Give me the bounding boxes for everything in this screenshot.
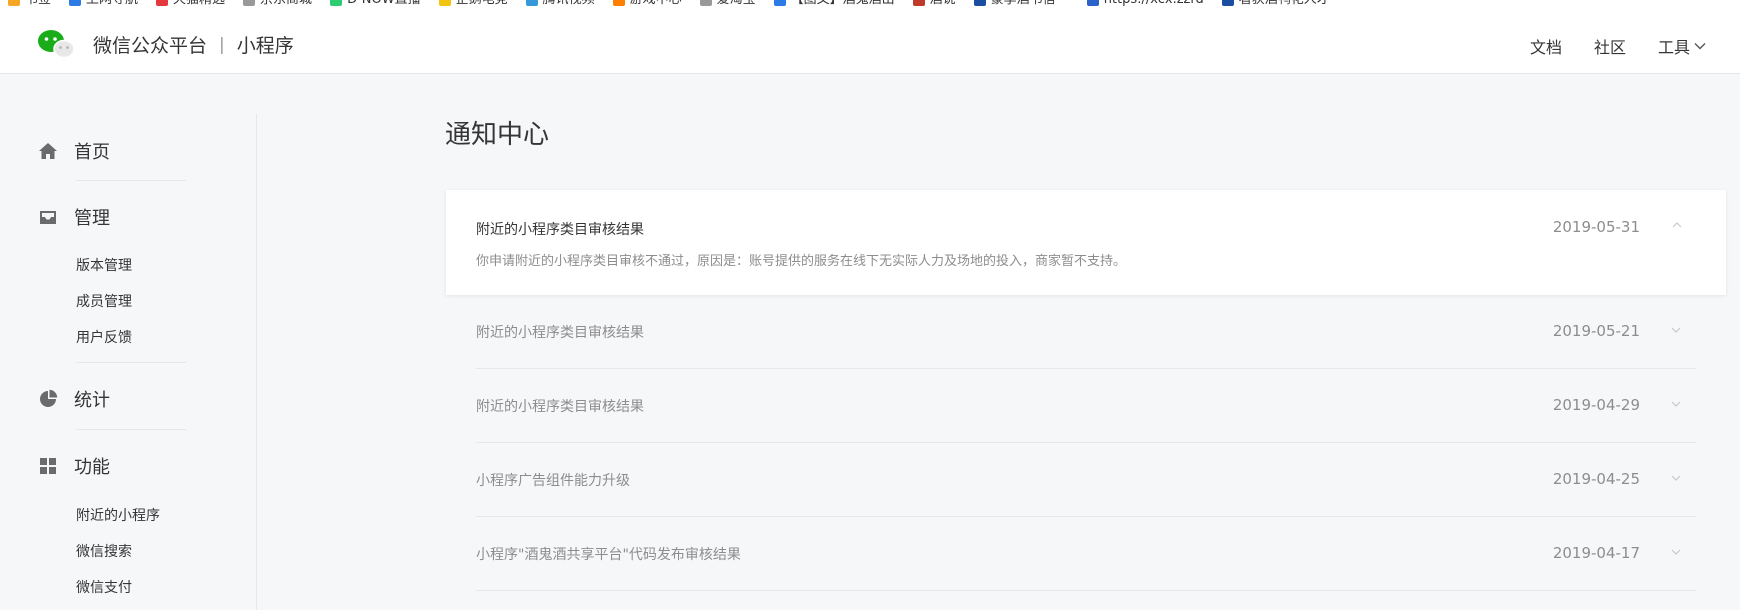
home-icon bbox=[39, 143, 57, 159]
bookmark-icon bbox=[612, 0, 625, 6]
top-nav: 文档 社区 工具 bbox=[1530, 34, 1706, 58]
bookmark-item[interactable]: 爱淘宝 bbox=[699, 0, 756, 8]
notice-item[interactable]: 附近的小程序类目审核结果 2019-05-21 bbox=[476, 295, 1696, 369]
globe-icon bbox=[699, 0, 712, 6]
bookmarks-bar: 书签 上网导航 天猫精选 京东商城 D-NOW直播 企鹅电竞 腾讯视频 游戏中心… bbox=[0, 0, 1740, 15]
bookmark-icon bbox=[156, 0, 169, 6]
product-name: 小程序 bbox=[236, 35, 294, 57]
notice-date: 2019-04-17 bbox=[1552, 544, 1640, 562]
notice-date: 2019-04-25 bbox=[1552, 470, 1640, 488]
chevron-down-icon[interactable] bbox=[1671, 401, 1681, 407]
notice-title[interactable]: 附近的小程序类目审核结果 bbox=[476, 322, 644, 342]
bookmark-item[interactable]: 上网导航 bbox=[69, 0, 138, 8]
brand-name: 微信公众平台 bbox=[93, 35, 208, 57]
wechat-logo-icon[interactable] bbox=[36, 28, 76, 60]
bookmark-item[interactable]: 京东商城 bbox=[243, 0, 312, 8]
chevron-down-icon[interactable] bbox=[1671, 475, 1681, 481]
bookmark-icon bbox=[912, 0, 925, 6]
notice-item[interactable]: 小程序"酒鬼酒共享平台"代码发布审核结果 2019-04-17 bbox=[476, 517, 1696, 591]
notice-title[interactable]: 小程序广告组件能力升级 bbox=[476, 470, 630, 490]
inbox-icon bbox=[40, 211, 56, 224]
sidebar-divider bbox=[76, 180, 186, 181]
top-header: 微信公众平台 | 小程序 文档 社区 工具 bbox=[0, 14, 1740, 74]
sidebar-divider bbox=[76, 362, 186, 363]
nav-tools[interactable]: 工具 bbox=[1658, 34, 1706, 58]
bookmark-item[interactable]: https://xcx.zzrd bbox=[1086, 0, 1204, 8]
sidebar-item-user-feedback[interactable]: 用户反馈 bbox=[76, 327, 132, 347]
notice-item[interactable]: 附近的小程序类目审核结果 2019-04-29 bbox=[476, 369, 1696, 443]
notice-title[interactable]: 附近的小程序类目审核结果 bbox=[476, 396, 644, 416]
sidebar-item-label: 管理 bbox=[74, 208, 110, 229]
bookmark-icon bbox=[438, 0, 451, 6]
notice-title[interactable]: 附近的小程序类目审核结果 bbox=[476, 219, 644, 239]
bookmark-item[interactable]: 豪享酒书信一 bbox=[973, 0, 1069, 8]
grid-icon bbox=[40, 458, 56, 474]
sidebar-item-home[interactable]: 首页 bbox=[38, 138, 110, 164]
star-icon bbox=[8, 0, 20, 6]
pie-chart-icon bbox=[40, 389, 58, 407]
bookmark-icon bbox=[973, 0, 986, 6]
sidebar-item-stats[interactable]: 统计 bbox=[38, 386, 110, 412]
bookmark-icon bbox=[525, 0, 538, 6]
bookmark-item[interactable]: 酒说 bbox=[912, 0, 956, 8]
chevron-down-icon[interactable] bbox=[1671, 327, 1681, 333]
notice-list: 附近的小程序类目审核结果 2019-05-31 你申请附近的小程序类目审核不通过… bbox=[446, 190, 1726, 591]
nav-docs[interactable]: 文档 bbox=[1530, 34, 1562, 58]
sidebar-item-label: 功能 bbox=[74, 457, 110, 478]
bookmark-item[interactable]: 看获酒鸭花人才 bbox=[1221, 0, 1330, 8]
nav-tools-label: 工具 bbox=[1657, 38, 1690, 57]
bookmark-icon bbox=[330, 0, 343, 6]
nav-community[interactable]: 社区 bbox=[1594, 34, 1626, 58]
page-title: 通知中心 bbox=[445, 120, 550, 150]
sidebar-item-wechat-pay[interactable]: 微信支付 bbox=[76, 577, 132, 597]
bookmark-item[interactable]: D-NOW直播 bbox=[330, 0, 421, 8]
bookmark-item[interactable]: 【图文】酒鬼酒出 bbox=[773, 0, 895, 8]
notice-date: 2019-05-31 bbox=[1552, 218, 1640, 236]
bookmark-item[interactable]: 游戏中心 bbox=[612, 0, 682, 8]
sidebar: 首页 管理 版本管理 成员管理 用户反馈 统计 功能 附近的小程序 微信搜索 微… bbox=[0, 114, 257, 610]
bookmark-icon bbox=[773, 0, 786, 6]
bookmark-item[interactable]: 书签 bbox=[8, 0, 51, 8]
globe-icon bbox=[1221, 0, 1234, 6]
notice-content: 你申请附近的小程序类目审核不通过，原因是：账号提供的服务在线下无实际人力及场地的… bbox=[476, 254, 1127, 269]
bookmark-icon bbox=[1086, 0, 1099, 6]
notice-title[interactable]: 小程序"酒鬼酒共享平台"代码发布审核结果 bbox=[476, 544, 741, 564]
chevron-down-icon[interactable] bbox=[1671, 549, 1681, 555]
bookmark-icon bbox=[69, 0, 82, 6]
bookmark-item[interactable]: 腾讯视频 bbox=[525, 0, 595, 8]
sidebar-divider bbox=[76, 429, 186, 430]
notice-item-expanded[interactable]: 附近的小程序类目审核结果 2019-05-31 你申请附近的小程序类目审核不通过… bbox=[446, 190, 1726, 295]
sidebar-item-manage[interactable]: 管理 bbox=[38, 204, 110, 230]
notice-item[interactable]: 小程序广告组件能力升级 2019-04-25 bbox=[476, 443, 1696, 517]
sidebar-item-wechat-search[interactable]: 微信搜索 bbox=[76, 541, 132, 561]
sidebar-item-features[interactable]: 功能 bbox=[38, 453, 110, 479]
sidebar-item-version-manage[interactable]: 版本管理 bbox=[76, 255, 132, 275]
bookmark-item[interactable]: 天猫精选 bbox=[156, 0, 225, 8]
bookmark-item[interactable]: 企鹅电竞 bbox=[438, 0, 508, 8]
notice-date: 2019-05-21 bbox=[1552, 322, 1640, 340]
notice-date: 2019-04-29 bbox=[1552, 396, 1640, 414]
sidebar-item-nearby-miniprogram[interactable]: 附近的小程序 bbox=[76, 505, 160, 525]
brand-title[interactable]: 微信公众平台 | 小程序 bbox=[93, 31, 294, 58]
chevron-down-icon bbox=[1694, 43, 1706, 50]
sidebar-item-label: 首页 bbox=[74, 142, 110, 163]
globe-icon bbox=[243, 0, 256, 6]
brand-separator: | bbox=[219, 34, 225, 55]
sidebar-item-label: 统计 bbox=[74, 390, 110, 411]
sidebar-item-member-manage[interactable]: 成员管理 bbox=[76, 291, 132, 311]
chevron-up-icon[interactable] bbox=[1672, 222, 1682, 228]
